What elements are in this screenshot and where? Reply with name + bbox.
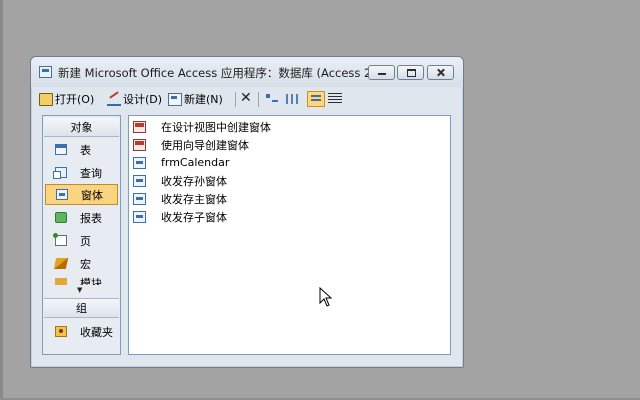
- nav-item-modules[interactable]: 模块: [45, 274, 118, 285]
- toolbar-separator: [235, 92, 236, 107]
- table-icon: [55, 144, 67, 155]
- design-label: 设计(D): [123, 93, 163, 106]
- large-icons-view-icon[interactable]: [265, 93, 279, 105]
- form-icon: [133, 210, 146, 223]
- list-item-label: 收发存孙窗体: [161, 174, 227, 188]
- favorites-icon: [55, 326, 67, 337]
- list-item[interactable]: 在设计视图中创建窗体: [133, 118, 271, 135]
- nav-item-label: 窗体: [81, 188, 103, 202]
- list-item-label: 使用向导创建窗体: [161, 138, 249, 152]
- new-label: 新建(N): [184, 93, 223, 106]
- nav-item-label: 页: [80, 234, 91, 248]
- nav-item-tables[interactable]: 表: [45, 139, 118, 160]
- objects-group-header[interactable]: 对象: [44, 118, 119, 137]
- open-folder-icon: [39, 92, 53, 106]
- design-button[interactable]: 设计(D): [107, 91, 162, 107]
- list-view-icon[interactable]: [307, 91, 325, 107]
- list-item[interactable]: 收发存主窗体: [133, 190, 227, 207]
- list-item-label: 收发存主窗体: [161, 192, 227, 206]
- groups-header[interactable]: 组: [44, 298, 119, 318]
- list-item-label: 收发存子窗体: [161, 210, 227, 224]
- create-wizard-icon: [133, 138, 146, 151]
- form-icon: [56, 189, 68, 200]
- design-icon: [107, 93, 121, 106]
- query-icon: [53, 167, 67, 179]
- nav-item-label: 宏: [80, 257, 91, 271]
- nav-item-label: 表: [80, 143, 91, 157]
- nav-item-label: 模块: [80, 277, 102, 285]
- desktop-left-edge: [0, 0, 3, 400]
- nav-item-label: 收藏夹: [80, 325, 113, 339]
- nav-item-favorites[interactable]: 收藏夹: [45, 321, 118, 342]
- nav-item-forms[interactable]: 窗体: [45, 184, 118, 205]
- nav-item-reports[interactable]: 报表: [45, 207, 118, 228]
- toolbar-separator: [258, 92, 259, 107]
- nav-item-pages[interactable]: 页: [45, 230, 118, 251]
- page-icon: [53, 233, 67, 246]
- object-bar: 对象 表 查询 窗体 报表 页 宏 模块 ▼ 组 收藏夹: [42, 115, 121, 355]
- list-item[interactable]: 收发存子窗体: [133, 208, 227, 225]
- list-item-label: 在设计视图中创建窗体: [161, 120, 271, 134]
- maximize-button[interactable]: [397, 65, 424, 80]
- form-icon: [133, 156, 146, 169]
- nav-item-label: 报表: [80, 211, 102, 225]
- nav-item-queries[interactable]: 查询: [45, 162, 118, 183]
- delete-button[interactable]: ✕: [240, 90, 252, 106]
- module-icon: [55, 278, 67, 285]
- open-button[interactable]: 打开(O): [39, 91, 94, 107]
- window-title: 新建 Microsoft Office Access 应用程序：数据库 (Acc…: [58, 66, 388, 80]
- database-icon: [39, 66, 52, 78]
- list-item-label: frmCalendar: [161, 156, 230, 169]
- scroll-down-arrow[interactable]: ▼: [77, 286, 82, 294]
- details-view-icon[interactable]: [328, 93, 342, 104]
- small-icons-view-icon[interactable]: [286, 94, 300, 104]
- nav-item-label: 查询: [80, 166, 102, 180]
- mouse-pointer-icon: [319, 287, 333, 307]
- create-design-icon: [133, 120, 146, 133]
- new-form-icon: [168, 92, 182, 106]
- form-icon: [133, 192, 146, 205]
- report-icon: [55, 212, 67, 223]
- form-icon: [133, 174, 146, 187]
- nav-item-macros[interactable]: 宏: [45, 253, 118, 274]
- title-bar[interactable]: 新建 Microsoft Office Access 应用程序：数据库 (Acc…: [31, 57, 463, 87]
- list-item[interactable]: 收发存孙窗体: [133, 172, 227, 189]
- macro-icon: [53, 258, 69, 269]
- open-label: 打开(O): [55, 93, 95, 106]
- object-list[interactable]: 在设计视图中创建窗体 使用向导创建窗体 frmCalendar 收发存孙窗体 收…: [128, 115, 451, 355]
- list-item[interactable]: frmCalendar: [133, 154, 229, 171]
- minimize-button[interactable]: [368, 65, 395, 80]
- toolbar: 打开(O) 设计(D) 新建(N) ✕: [37, 88, 457, 110]
- new-button[interactable]: 新建(N): [168, 91, 223, 107]
- database-window[interactable]: 新建 Microsoft Office Access 应用程序：数据库 (Acc…: [30, 56, 464, 368]
- close-button[interactable]: [427, 65, 454, 80]
- list-item[interactable]: 使用向导创建窗体: [133, 136, 249, 153]
